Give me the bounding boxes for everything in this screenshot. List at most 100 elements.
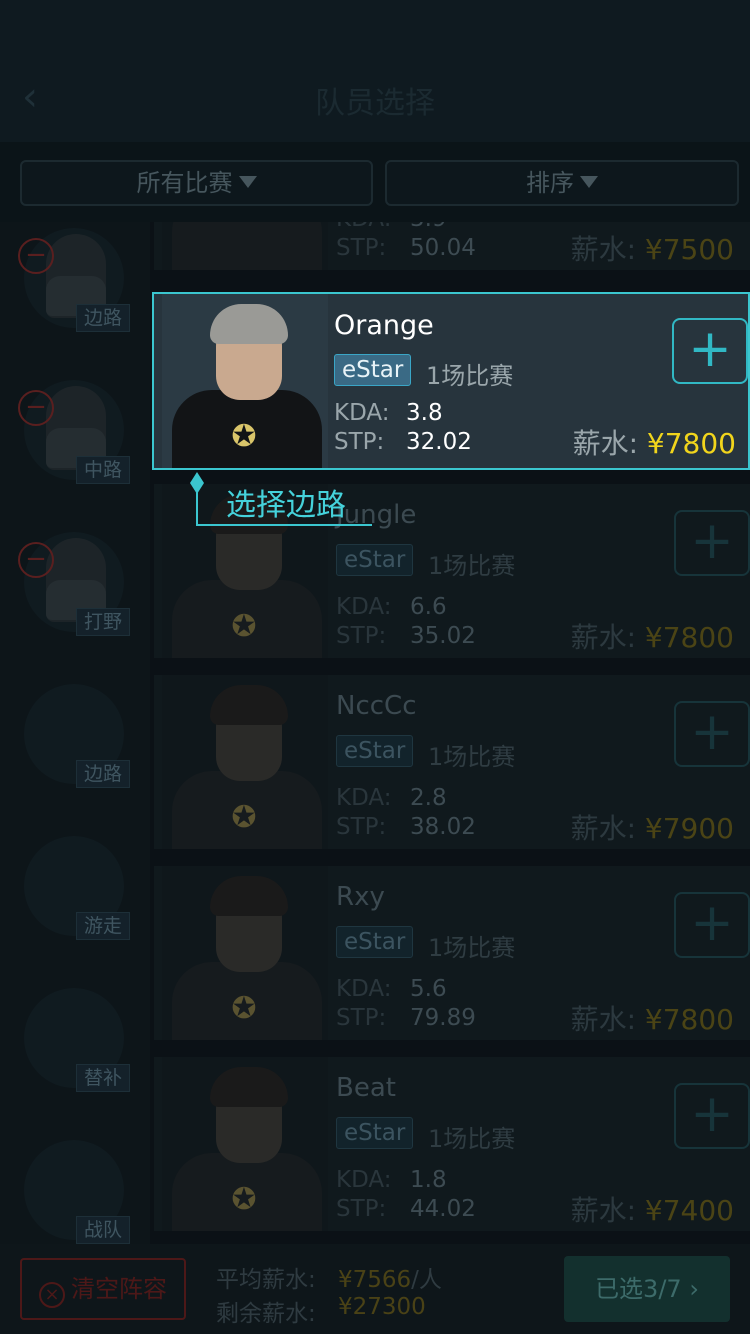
salary-amount: ¥7800 [644,621,734,654]
slot-position: 替补 [76,1064,130,1092]
stp-label: STP: [336,623,387,649]
slot-position: 打野 [76,608,130,636]
remove-icon[interactable]: − [18,390,54,426]
caret-down-icon [238,176,257,188]
match-count: 1场比赛 [428,552,516,580]
roster-slot[interactable]: 战队 [24,1140,130,1244]
salary-amount: ¥7400 [644,1194,734,1227]
sort-filter[interactable]: 排序 [385,160,739,206]
match-count: 1场比赛 [428,743,516,771]
bottom-bar: × 清空阵容 平均薪水: ¥7566/人 剩余薪水: ¥27300 已选3/7 › [0,1244,750,1334]
player-photo [162,222,328,270]
slot-position: 游走 [76,912,130,940]
salary-amount: ¥7800 [644,1003,734,1036]
salary-amount: ¥7500 [644,233,734,266]
roster-slot[interactable]: − 打野 [18,532,130,636]
add-player-button[interactable]: + [674,510,750,576]
roster-slot[interactable]: 边路 [24,684,130,788]
slot-position: 中路 [76,456,130,484]
slot-position: 战队 [76,1216,130,1244]
team-logo-icon: ✪ [231,991,257,1026]
roster-slot[interactable]: 替补 [24,988,130,1092]
player-card[interactable]: ✪ Rxy eStar 1场比赛 KDA: 5.6 STP: 79.89 薪水:… [154,866,750,1040]
photo-hair [210,876,288,916]
kda-label: KDA: [336,785,392,811]
all-matches-filter[interactable]: 所有比赛 [20,160,373,206]
stp-label: STP: [336,1005,387,1031]
stp-value: 44.02 [410,1196,476,1222]
selected-count-button[interactable]: 已选3/7 › [564,1256,730,1322]
roster-slot[interactable]: − 边路 [18,228,130,332]
clear-icon: × [39,1282,65,1308]
player-photo: ✪ [162,294,328,468]
player-photo: ✪ [162,866,328,1040]
chevron-right-icon: › [689,1275,699,1303]
player-card[interactable]: ✪ NccCc eStar 1场比赛 KDA: 2.8 STP: 38.02 薪… [154,675,750,849]
team-badge: eStar [336,544,414,576]
add-player-button[interactable]: + [674,1083,750,1149]
photo-hair [210,1067,288,1107]
player-name: NccCc [336,691,417,721]
clear-lineup-button[interactable]: × 清空阵容 [20,1258,186,1320]
player-card[interactable]: KDA: 3.9 STP: 50.04 薪水: ¥7500 [154,222,750,270]
photo-hair [210,685,288,725]
plus-icon: + [690,511,734,571]
player-name: Rxy [336,882,385,912]
roster-slot[interactable]: − 中路 [18,380,130,484]
team-badge: eStar [334,354,412,386]
salary-amount: ¥7800 [646,427,736,460]
kda-label: KDA: [336,222,391,232]
salary-label: 薪水: [570,233,637,266]
kda-value: 5.6 [410,976,447,1002]
team-logo-icon: ✪ [231,800,257,835]
stp-label: STP: [336,814,387,840]
all-matches-label: 所有比赛 [136,169,233,197]
remaining-salary-label: 剩余薪水: [216,1301,316,1327]
kda-value: 1.8 [410,1167,447,1193]
team-logo-icon: ✪ [231,419,257,454]
kda-value: 2.8 [410,785,447,811]
stp-value: 79.89 [410,1005,476,1031]
stp-value: 38.02 [410,814,476,840]
stp-label: STP: [336,235,387,261]
add-player-button[interactable]: + [672,318,748,384]
plus-icon: + [690,1084,734,1144]
clear-label: 清空阵容 [71,1275,167,1303]
guide-tooltip: 选择边路 [226,488,346,523]
kda-label: KDA: [336,594,392,620]
salary: 薪水: ¥7800 [571,998,734,1038]
player-name: Orange [334,310,434,341]
player-card[interactable]: ✪ Beat eStar 1场比赛 KDA: 1.8 STP: 44.02 薪水… [154,1057,750,1231]
player-name: Beat [336,1073,396,1103]
plus-icon: + [690,702,734,762]
tooltip-underline [196,524,372,526]
kda-label: KDA: [336,1167,392,1193]
avg-salary-unit: /人 [411,1267,442,1293]
remaining-salary-value: ¥27300 [338,1294,426,1320]
avg-salary-value: ¥7566/人 [338,1260,442,1294]
match-count: 1场比赛 [428,1125,516,1153]
remove-icon[interactable]: − [18,238,54,274]
avg-salary-label: 平均薪水: [216,1267,316,1293]
salary-label: 薪水: [570,621,637,654]
plus-icon: + [688,319,732,379]
photo-body [172,222,322,270]
slot-position: 边路 [76,304,130,332]
page-title: 队员选择 [315,86,435,121]
photo-hair [210,304,288,344]
salary: 薪水: ¥7400 [571,1189,734,1229]
stp-value: 35.02 [410,623,476,649]
team-badge: eStar [336,735,414,767]
team-logo-icon: ✪ [231,609,257,644]
kda-value: 3.8 [406,400,443,426]
remove-icon[interactable]: − [18,542,54,578]
highlighted-player-card[interactable]: ✪ Orange eStar 1场比赛 KDA: 3.8 STP: 32.02 … [152,292,750,470]
add-player-button[interactable]: + [674,892,750,958]
avg-salary-amount: ¥7566 [338,1267,412,1293]
salary: 薪水: ¥7900 [571,807,734,847]
player-photo: ✪ [162,1057,328,1231]
filter-bar: 所有比赛 排序 [0,142,750,222]
salary-label: 薪水: [570,1003,637,1036]
add-player-button[interactable]: + [674,701,750,767]
roster-slot[interactable]: 游走 [24,836,130,940]
